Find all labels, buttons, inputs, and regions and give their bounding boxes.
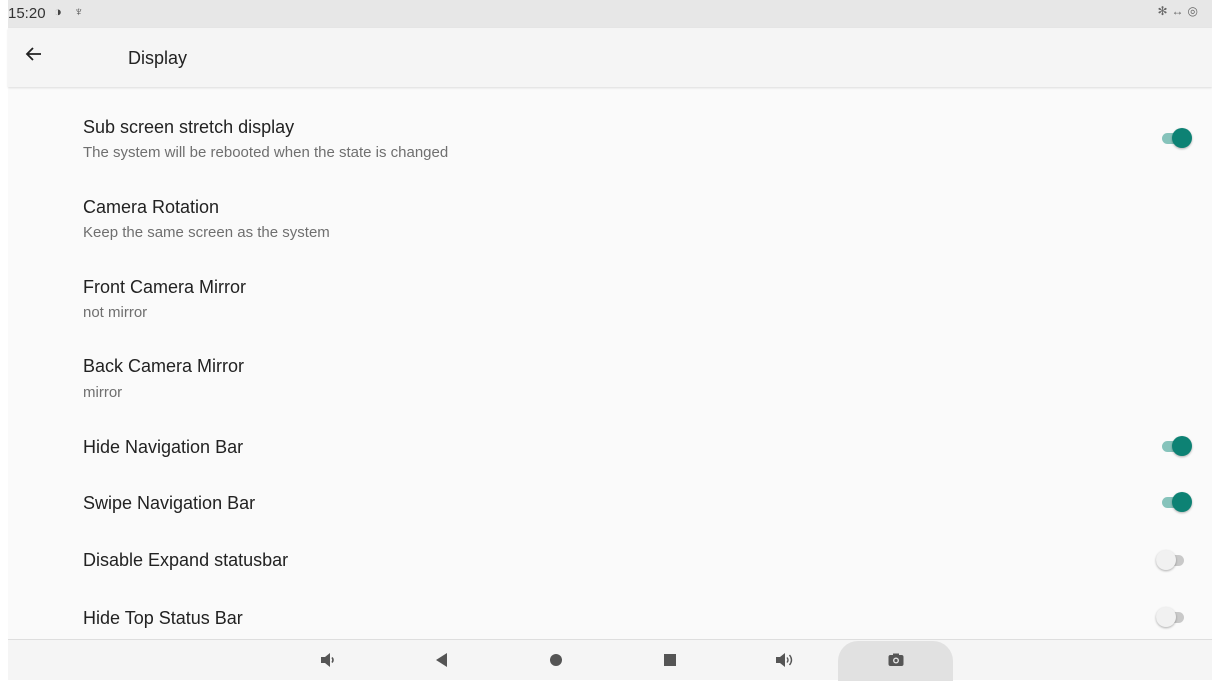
setting-title: Hide Top Status Bar [83, 608, 243, 628]
toggle-switch[interactable] [1156, 550, 1186, 570]
volume-up-icon[interactable] [764, 640, 804, 680]
back-triangle-icon[interactable] [422, 640, 462, 680]
volume-down-icon[interactable] [308, 640, 348, 680]
screen: 15:20 ◑ ♆ ✻↔◎ Display Sub screen stretch… [8, 0, 1212, 681]
status-bar: 15:20 ◑ ♆ ✻↔◎ [8, 0, 1212, 28]
setting-title: Front Camera Mirror [83, 277, 247, 297]
setting-hide-top-status-bar[interactable]: Hide Top Status Bar [8, 591, 1212, 637]
screenshot-camera-icon[interactable] [876, 640, 916, 680]
status-time: 15:20 [8, 5, 46, 22]
setting-title: Sub screen stretch display [83, 117, 295, 137]
data-saver-icon: ◑ [54, 4, 62, 19]
setting-title: Camera Rotation [83, 197, 220, 217]
back-arrow-icon[interactable] [24, 44, 48, 68]
setting-front-camera-mirror[interactable]: Front Camera Mirror not mirror [8, 268, 1212, 338]
setting-back-camera-mirror[interactable]: Back Camera Mirror mirror [8, 348, 1212, 418]
setting-title: Disable Expand statusbar [83, 550, 289, 570]
toggle-switch[interactable] [1156, 607, 1186, 627]
recents-square-icon[interactable] [650, 640, 690, 680]
setting-summary: mirror [83, 384, 123, 401]
setting-summary: The system will be rebooted when the sta… [83, 144, 449, 161]
usb-icon: ♆ [74, 4, 84, 19]
setting-title: Swipe Navigation Bar [83, 493, 256, 513]
setting-title: Hide Navigation Bar [83, 437, 244, 457]
hotspot-icon: ◎ [1187, 4, 1202, 18]
status-right-icons: ✻↔◎ [1157, 4, 1202, 18]
setting-sub-screen-stretch[interactable]: Sub screen stretch display The system wi… [8, 108, 1212, 178]
ethernet-icon: ↔ [1171, 4, 1188, 18]
setting-disable-expand-statusbar[interactable]: Disable Expand statusbar [8, 535, 1212, 585]
setting-hide-navigation-bar[interactable]: Hide Navigation Bar [8, 423, 1212, 473]
toggle-switch[interactable] [1162, 436, 1192, 456]
setting-summary: not mirror [83, 304, 148, 321]
setting-camera-rotation[interactable]: Camera Rotation Keep the same screen as … [8, 188, 1212, 258]
home-circle-icon[interactable] [536, 640, 576, 680]
navigation-bar [8, 639, 1212, 681]
page-title: Display [128, 48, 188, 68]
setting-swipe-navigation-bar[interactable]: Swipe Navigation Bar [8, 478, 1212, 528]
toggle-switch[interactable] [1162, 128, 1192, 148]
app-bar: Display [8, 28, 1212, 87]
toggle-switch[interactable] [1162, 492, 1192, 512]
bluetooth-icon: ✻ [1157, 4, 1172, 18]
setting-summary: Keep the same screen as the system [83, 224, 330, 241]
setting-title: Back Camera Mirror [83, 356, 245, 376]
